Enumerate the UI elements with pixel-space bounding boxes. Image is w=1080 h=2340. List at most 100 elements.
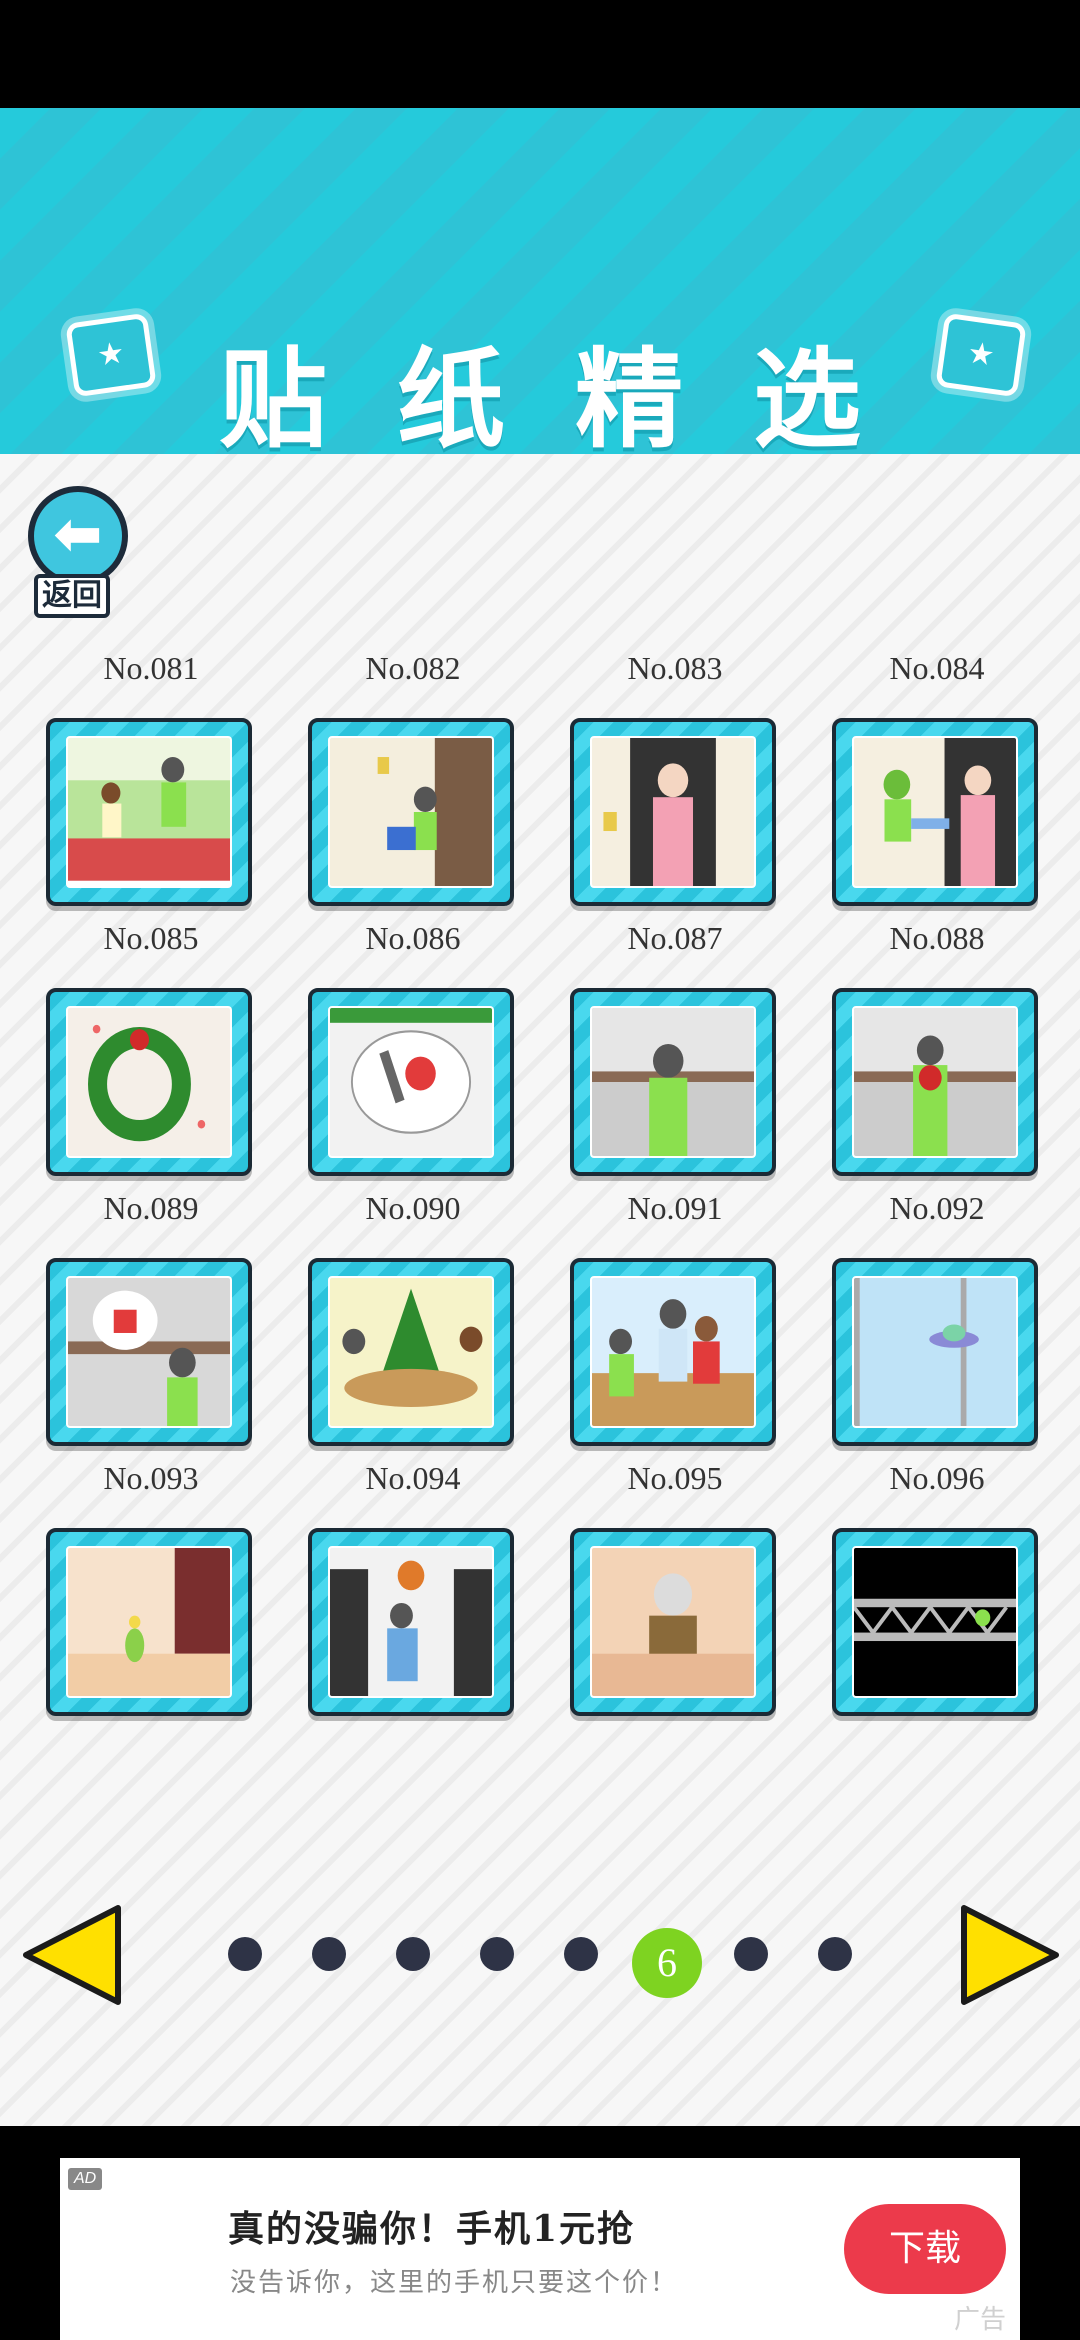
sticker-card[interactable] [308,1258,514,1446]
sticker-thumbnail [590,1006,756,1158]
prev-page-button[interactable] [18,1900,128,2010]
sticker-number: No.089 [103,1190,199,1226]
page-dot[interactable] [480,1937,514,1971]
page-dot[interactable] [734,1937,768,1971]
sticker-illustration [330,1008,492,1156]
page-dot[interactable] [564,1937,598,1971]
sticker-thumbnail [328,1006,494,1158]
sticker-thumbnail [328,1276,494,1428]
sticker-illustration [68,1008,230,1156]
pagination: 6 [0,1900,1080,2010]
sticker-item: No.093 [46,1460,256,1730]
sticker-thumbnail [852,736,1018,888]
sticker-thumbnail [66,1276,232,1428]
sticker-illustration [330,1548,492,1696]
sticker-illustration [592,738,754,886]
sticker-thumbnail [66,1006,232,1158]
sticker-thumbnail [590,736,756,888]
sticker-number: No.086 [365,920,461,956]
sticker-number: No.092 [889,1190,985,1226]
sticker-item: No.088 [832,920,1042,1190]
page-dot[interactable] [312,1937,346,1971]
sticker-illustration [330,738,492,886]
back-button[interactable]: ⬅ 返回 [26,486,136,618]
sticker-card[interactable] [46,988,252,1176]
sticker-thumbnail [852,1546,1018,1698]
sticker-number: No.085 [103,920,199,956]
sticker-card[interactable] [832,718,1038,906]
ad-subtitle: 没告诉你，这里的手机只要这个价！ [230,2268,679,2298]
left-triangle-icon [23,1905,121,2005]
sticker-thumbnail [590,1546,756,1698]
sticker-illustration [854,1008,1016,1156]
sticker-item: No.084 [832,650,1042,920]
sticker-card[interactable] [832,988,1038,1176]
sticker-item: No.095 [570,1460,780,1730]
sticker-thumbnail [328,736,494,888]
page-dot[interactable] [818,1937,852,1971]
sticker-card[interactable] [570,718,776,906]
sticker-item: No.094 [308,1460,518,1730]
sticker-card[interactable] [570,1528,776,1716]
sticker-item: No.087 [570,920,780,1190]
back-circle: ⬅ [28,486,128,586]
sticker-item: No.086 [308,920,518,1190]
sticker-item: No.091 [570,1190,780,1460]
sticker-number: No.087 [627,920,723,956]
sticker-card[interactable] [308,718,514,906]
back-label: 返回 [34,574,110,618]
ad-download-button[interactable]: 下载 [844,2204,1006,2294]
sticker-card[interactable] [46,1258,252,1446]
sticker-number: No.094 [365,1460,461,1496]
right-triangle-icon [961,1905,1059,2005]
next-page-button[interactable] [954,1900,1064,2010]
sticker-item: No.082 [308,650,518,920]
sticker-thumbnail [66,736,232,888]
star-badge-icon: ★ [935,312,1027,398]
sticker-card[interactable] [832,1528,1038,1716]
sticker-number: No.091 [627,1190,723,1226]
sticker-thumbnail [590,1276,756,1428]
page-dot[interactable] [396,1937,430,1971]
sticker-illustration [592,1548,754,1696]
sticker-thumbnail [66,1546,232,1698]
sticker-card[interactable] [308,988,514,1176]
sticker-number: No.096 [889,1460,985,1496]
page-header: ★ 贴纸精选 ★ [0,108,1080,463]
sticker-thumbnail [852,1276,1018,1428]
sticker-card[interactable] [832,1258,1038,1446]
sticker-card[interactable] [308,1528,514,1716]
sticker-illustration [592,1008,754,1156]
sticker-number: No.083 [627,650,723,686]
sticker-card[interactable] [570,988,776,1176]
ad-tag: AD [68,2168,103,2190]
sticker-number: No.081 [103,650,199,686]
page-dot-active[interactable]: 6 [632,1928,702,1998]
page-title: 贴纸精选 [218,338,931,463]
sticker-number: No.090 [365,1190,461,1226]
sticker-illustration [854,1278,1016,1426]
sticker-thumbnail [328,1546,494,1698]
sticker-item: No.092 [832,1190,1042,1460]
sticker-item: No.096 [832,1460,1042,1730]
sticker-thumbnail [852,1006,1018,1158]
sticker-illustration [592,1278,754,1426]
sticker-item: No.090 [308,1190,518,1460]
sticker-illustration [854,738,1016,886]
page-dot[interactable] [228,1937,262,1971]
sticker-item: No.081 [46,650,256,920]
sticker-item: No.083 [570,650,780,920]
left-arrow-icon: ⬅ [54,502,102,565]
ad-corner-label: 广告 [953,2304,1006,2334]
sticker-item: No.089 [46,1190,256,1460]
sticker-number: No.082 [365,650,461,686]
sticker-number: No.095 [627,1460,723,1496]
sticker-card[interactable] [570,1258,776,1446]
sticker-illustration [330,1278,492,1426]
sticker-number: No.093 [103,1460,199,1496]
sticker-number: No.084 [889,650,985,686]
sticker-card[interactable] [46,718,252,906]
sticker-card[interactable] [46,1528,252,1716]
ad-banner[interactable]: AD 真的没骗你！手机1元抢 没告诉你，这里的手机只要这个价！ 下载 广告 [60,2158,1020,2340]
sticker-illustration [854,1548,1016,1696]
